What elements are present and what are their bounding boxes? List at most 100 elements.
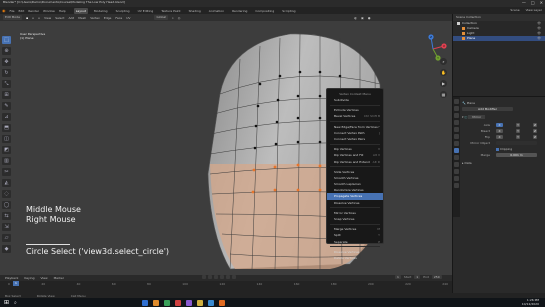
flip-z-toggle[interactable]: Z [533, 135, 537, 139]
view-layer-tab-icon[interactable] [454, 120, 459, 125]
maximize-button[interactable]: □ [531, 0, 535, 5]
timeline-menu-view[interactable]: View [40, 276, 47, 280]
end-frame-field[interactable]: 250 [431, 275, 442, 279]
bisect-y-toggle[interactable]: Y [516, 129, 520, 133]
bisect-x-toggle[interactable]: X [496, 129, 503, 133]
play-icon[interactable] [220, 275, 224, 279]
workspace-tab-compositing[interactable]: Compositing [253, 8, 276, 14]
move-tool-icon[interactable]: ✥ [2, 58, 11, 66]
overlays-icon[interactable]: ◐ [354, 16, 357, 20]
taskbar-app-icon[interactable] [163, 299, 170, 306]
edge-slide-tool-icon[interactable]: ⇆ [2, 212, 11, 220]
viewport-menu-vertex[interactable]: Vertex [90, 16, 100, 20]
data-section-label[interactable]: Data [464, 161, 471, 165]
menu-help[interactable]: Help [59, 9, 66, 13]
menu-file[interactable]: File [10, 9, 15, 13]
workspace-tab-scripting[interactable]: Scripting [280, 8, 297, 14]
prev-keyframe-icon[interactable] [208, 275, 212, 279]
menu-edit[interactable]: Edit [19, 9, 25, 13]
add-modifier-button[interactable]: Add Modifier [462, 107, 513, 111]
proportional-edit-icon[interactable]: ◎ [178, 16, 181, 20]
knife-tool-icon[interactable]: ✂ [2, 168, 11, 176]
outliner-item[interactable]: Plane 👁 [453, 36, 545, 41]
measure-tool-icon[interactable]: ⊿ [2, 113, 11, 121]
material-tab-icon[interactable] [454, 183, 459, 188]
timeline-playhead[interactable]: 1 [13, 281, 19, 286]
rip-region-tool-icon[interactable]: ◆ [2, 245, 11, 253]
next-keyframe-icon[interactable] [226, 275, 230, 279]
context-menu-item[interactable]: Subdivide [327, 97, 383, 103]
axis-x-toggle[interactable]: X [496, 123, 503, 127]
shrink-fatten-tool-icon[interactable]: ⇲ [2, 223, 11, 231]
flip-x-toggle[interactable]: X [496, 135, 503, 139]
axis-z-toggle[interactable]: Z [533, 123, 537, 127]
taskbar-app-icon[interactable] [196, 299, 203, 306]
jump-start-icon[interactable] [202, 275, 206, 279]
scene-tab-icon[interactable] [454, 127, 459, 132]
axis-y-toggle[interactable]: Y [516, 123, 520, 127]
close-button[interactable]: ✕ [540, 0, 543, 5]
camera-view-icon[interactable]: ▶ [440, 80, 447, 87]
workspace-tab-layout[interactable]: Layout [73, 7, 88, 14]
context-menu-item[interactable]: Connect Vertex Pairs [327, 136, 383, 142]
menu-window[interactable]: Window [43, 9, 55, 13]
timeline-menu-playback[interactable]: Playback [5, 276, 18, 280]
minimize-button[interactable]: — [522, 0, 526, 5]
workspace-tab-texture-paint[interactable]: Texture Paint [159, 8, 182, 14]
annotate-tool-icon[interactable]: ✎ [2, 102, 11, 110]
constraints-tab-icon[interactable] [454, 169, 459, 174]
viewport-menu-select[interactable]: Select [55, 16, 64, 20]
rotate-tool-icon[interactable]: ↻ [2, 69, 11, 77]
taskbar-app-icon[interactable] [218, 299, 225, 306]
viewport-menu-uv[interactable]: UV [126, 16, 130, 20]
vertex-select-mode-icon[interactable]: ▪ [26, 16, 28, 20]
workspace-tab-rendering[interactable]: Rendering [230, 8, 249, 14]
3d-viewport[interactable]: Edit Mode ▪ ▫ ▫ View Select Add Mesh Ver… [0, 14, 452, 275]
world-tab-icon[interactable] [454, 134, 459, 139]
visibility-eye-icon[interactable]: 👁 [537, 36, 541, 41]
context-menu-item[interactable]: Rip Vertices and Extend Alt D [327, 159, 383, 165]
current-frame-field[interactable]: 1 [395, 275, 401, 279]
jump-end-icon[interactable] [232, 275, 236, 279]
workspace-tab-uv-editing[interactable]: UV Editing [136, 8, 156, 14]
snap-icon[interactable]: ⌖ [172, 16, 174, 20]
bevel-tool-icon[interactable]: ◩ [2, 146, 11, 154]
mirror-object-field[interactable] [496, 141, 537, 145]
context-menu-item[interactable]: Snap Vertices [327, 216, 383, 222]
context-menu-item[interactable]: Separate P [327, 239, 383, 245]
pan-hand-icon[interactable]: ✋ [440, 69, 447, 76]
transform-tool-icon[interactable]: ⊞ [2, 91, 11, 99]
workspace-tab-sculpting[interactable]: Sculpting [114, 8, 132, 14]
object-tab-icon[interactable] [454, 141, 459, 146]
edge-select-mode-icon[interactable]: ▫ [32, 16, 34, 20]
taskbar-app-icon[interactable] [141, 299, 148, 306]
menu-render[interactable]: Render [28, 9, 39, 13]
system-clock[interactable]: 1:26 PM 10/12/2020 [522, 298, 539, 306]
play-reverse-icon[interactable] [214, 275, 218, 279]
face-select-mode-icon[interactable]: ▫ [38, 16, 40, 20]
search-icon[interactable]: ⌕ [14, 300, 17, 306]
poly-build-tool-icon[interactable]: ◭ [2, 179, 11, 187]
loop-cut-tool-icon[interactable]: ▥ [2, 157, 11, 165]
scale-tool-icon[interactable]: ⤡ [2, 80, 11, 88]
viewport-menu-mesh[interactable]: Mesh [78, 16, 86, 20]
modifier-tab-icon[interactable] [454, 148, 459, 153]
shading-solid-icon[interactable]: ● [368, 16, 371, 20]
scene-selector[interactable]: Scene [510, 8, 519, 12]
viewport-menu-add[interactable]: Add [68, 16, 74, 20]
particles-tab-icon[interactable] [454, 155, 459, 160]
taskbar-app-icon[interactable] [152, 299, 159, 306]
inset-tool-icon[interactable]: ◫ [2, 135, 11, 143]
merge-distance-field[interactable]: 0.001 m [496, 153, 537, 157]
start-frame-field[interactable]: 1 [414, 275, 421, 279]
render-tab-icon[interactable] [454, 106, 459, 111]
blender-logo-icon[interactable]: ◉ [2, 8, 6, 13]
spin-tool-icon[interactable]: ◌ [2, 190, 11, 198]
smooth-tool-icon[interactable]: ◯ [2, 201, 11, 209]
shear-tool-icon[interactable]: ▱ [2, 234, 11, 242]
zoom-icon[interactable]: ⌕ [440, 58, 447, 65]
data-tab-icon[interactable] [454, 176, 459, 181]
viewport-menu-view[interactable]: View [44, 16, 51, 20]
viewport-menu-edge[interactable]: Edge [104, 16, 112, 20]
modifier-name-field[interactable]: Mirror [468, 115, 486, 119]
